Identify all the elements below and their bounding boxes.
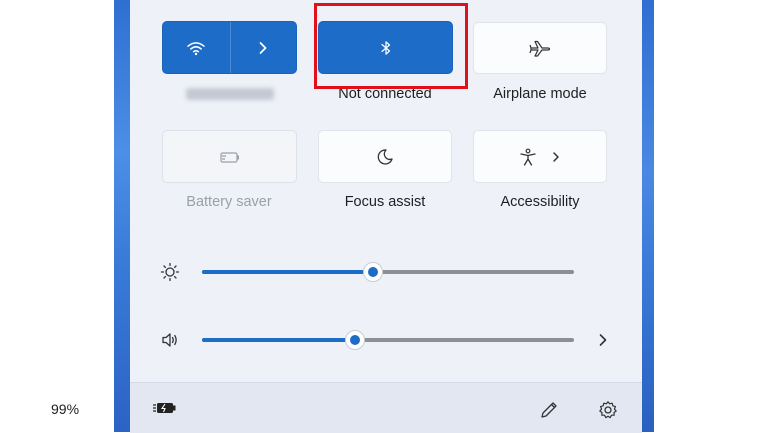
settings-gear-icon[interactable] [598,400,618,420]
airplane-mode-tile[interactable] [473,22,607,74]
accessibility-tile[interactable] [473,130,607,183]
battery-saver-icon [219,151,239,163]
quick-settings-panel: Not connected Airplane mode Battery save… [130,0,642,433]
airplane-mode-label: Airplane mode [493,86,587,102]
volume-slider-row [130,328,642,352]
wifi-network-name-redacted [186,88,274,100]
chevron-right-icon [260,41,267,54]
brightness-slider-fill [202,270,374,274]
volume-slider[interactable] [202,330,574,350]
annotation-highlight-box [314,3,468,89]
airplane-icon [529,40,551,57]
quick-settings-footer [130,382,642,433]
wifi-expand-button[interactable] [231,22,296,73]
accessibility-label: Accessibility [500,194,580,210]
battery-percentage: 99% [51,401,80,417]
focus-assist-label: Focus assist [344,194,426,210]
moon-icon [377,148,393,165]
desktop-wallpaper [114,0,130,432]
chevron-right-icon[interactable] [596,333,610,347]
chevron-right-icon [553,151,559,162]
wifi-tile[interactable] [162,21,297,74]
brightness-slider-row [130,260,642,284]
edit-pencil-icon[interactable] [539,400,559,420]
brightness-slider[interactable] [202,262,574,282]
battery-charging-icon[interactable] [152,400,178,416]
desktop-wallpaper [642,0,654,432]
brightness-slider-thumb[interactable] [363,262,384,282]
volume-slider-thumb[interactable] [344,330,365,350]
accessibility-icon [520,148,536,166]
battery-saver-tile[interactable] [162,130,297,183]
volume-slider-fill [202,338,355,342]
brightness-icon [160,262,180,282]
wifi-toggle-button[interactable] [163,22,231,73]
speaker-icon[interactable] [160,330,180,350]
focus-assist-tile[interactable] [318,130,452,183]
battery-saver-label: Battery saver [186,194,272,210]
wifi-icon [187,41,206,55]
